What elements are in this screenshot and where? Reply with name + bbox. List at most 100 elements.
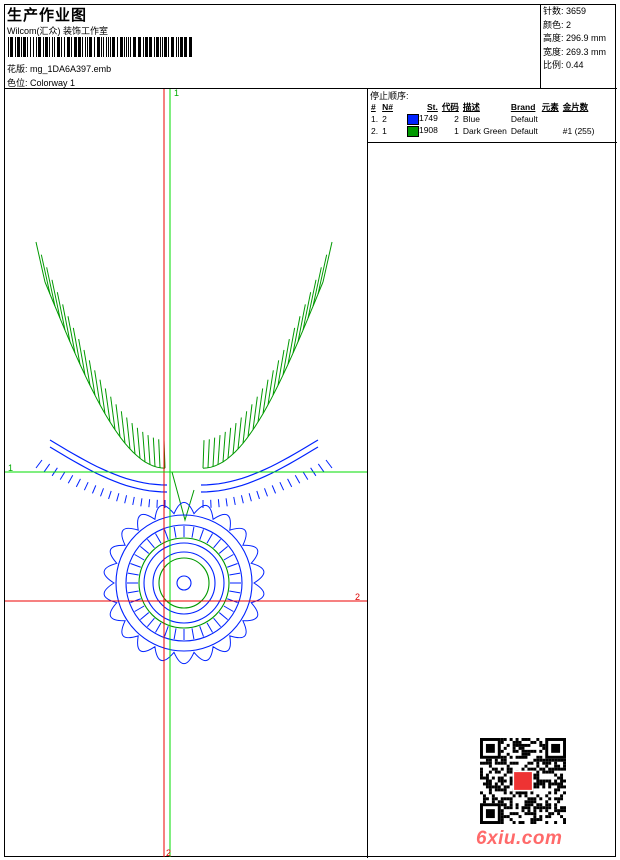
qr-module xyxy=(518,743,522,747)
fringe-stitch xyxy=(240,495,244,504)
qr-module xyxy=(482,761,486,765)
qr-module xyxy=(557,776,561,780)
qr-module xyxy=(509,791,513,795)
qr-module xyxy=(563,791,566,795)
qr-module xyxy=(500,782,504,786)
qr-module xyxy=(509,776,513,780)
qr-module xyxy=(491,776,495,780)
satin-stitch xyxy=(217,435,221,465)
qr-module xyxy=(551,758,555,762)
flower-ring xyxy=(125,524,243,642)
qr-module xyxy=(480,776,483,780)
qr-module xyxy=(500,803,504,807)
satin-stitch xyxy=(147,435,151,465)
qr-module xyxy=(512,749,516,753)
qr-module xyxy=(503,746,507,750)
qr-module xyxy=(554,806,558,810)
qr-module xyxy=(488,791,492,795)
qr-module xyxy=(545,809,549,813)
qr-module xyxy=(560,779,564,783)
satin-stitch xyxy=(35,241,46,283)
fringe-stitch xyxy=(264,488,268,497)
qr-module xyxy=(548,806,552,810)
qr-module xyxy=(512,794,516,798)
qr-module xyxy=(530,812,534,816)
qr-module xyxy=(545,758,549,762)
qr-module xyxy=(554,809,558,813)
qr-module xyxy=(542,743,546,747)
flower-radial-stitch xyxy=(199,626,204,637)
qr-module xyxy=(533,800,537,804)
qr-module xyxy=(488,761,492,765)
qr-module xyxy=(539,740,543,744)
fringe-stitch xyxy=(67,475,74,484)
qr-module xyxy=(554,773,558,777)
qr-module xyxy=(545,761,549,765)
qr-module xyxy=(560,794,564,798)
collar-notch xyxy=(171,471,195,522)
qr-module xyxy=(494,797,498,801)
satin-stitch xyxy=(287,327,296,365)
qr-module xyxy=(551,782,555,786)
qr-module xyxy=(536,779,540,783)
qr-module xyxy=(536,761,540,765)
qr-module xyxy=(551,767,555,771)
flower-radial-stitch xyxy=(229,590,241,594)
qr-module xyxy=(560,797,564,801)
qr-module xyxy=(503,773,507,777)
flower-radial-stitch xyxy=(191,526,195,538)
qr-module xyxy=(512,821,516,824)
fringe-stitch xyxy=(325,459,333,469)
qr-module xyxy=(521,738,525,741)
qr-module xyxy=(527,800,531,804)
watermark-logo: 6xiu.com xyxy=(476,828,563,849)
flower-radial-stitch xyxy=(206,622,213,633)
qr-module xyxy=(542,770,546,774)
qr-module xyxy=(524,743,528,747)
qr-module xyxy=(542,767,546,771)
qr-module xyxy=(524,791,528,795)
qr-module xyxy=(527,797,531,801)
qr-module xyxy=(521,806,525,810)
fringe-stitch xyxy=(248,493,252,502)
flower-radial-stitch xyxy=(206,533,213,544)
fringe-stitch xyxy=(91,485,97,494)
qr-module xyxy=(542,785,546,789)
flower-radial-stitch xyxy=(127,572,139,576)
axis-label-v1: 1 xyxy=(174,88,180,98)
axis-label-h2: 2 xyxy=(355,592,361,602)
qr-module xyxy=(563,821,566,824)
qr-module xyxy=(482,794,486,798)
qr-module xyxy=(500,779,504,783)
qr-module xyxy=(560,758,564,762)
design-preview xyxy=(5,89,367,857)
qr-module xyxy=(527,803,531,807)
qr-module xyxy=(554,764,558,768)
qr-module xyxy=(536,738,540,741)
qr-module xyxy=(542,761,546,765)
qr-module xyxy=(557,788,561,792)
qr-module xyxy=(497,770,501,774)
qr-module xyxy=(548,785,552,789)
qr-module xyxy=(533,782,537,786)
flower-radial-stitch xyxy=(218,545,228,554)
fringe-stitch xyxy=(217,499,220,508)
satin-stitch xyxy=(158,439,161,468)
satin-stitch xyxy=(104,388,111,423)
qr-module xyxy=(518,821,522,824)
qr-module xyxy=(527,738,531,741)
qr-module xyxy=(548,761,552,765)
qr-module xyxy=(500,809,504,813)
qr-module xyxy=(503,791,507,795)
qr-module xyxy=(542,806,546,810)
qr-module xyxy=(557,809,561,813)
qr-module xyxy=(563,779,566,783)
qr-module xyxy=(488,758,492,762)
qr-module xyxy=(527,767,531,771)
qr-module xyxy=(554,761,558,765)
qr-module xyxy=(539,743,543,747)
qr-module xyxy=(512,740,516,744)
qr-module xyxy=(521,746,525,750)
qr-module xyxy=(485,773,489,777)
qr-module xyxy=(563,761,566,765)
